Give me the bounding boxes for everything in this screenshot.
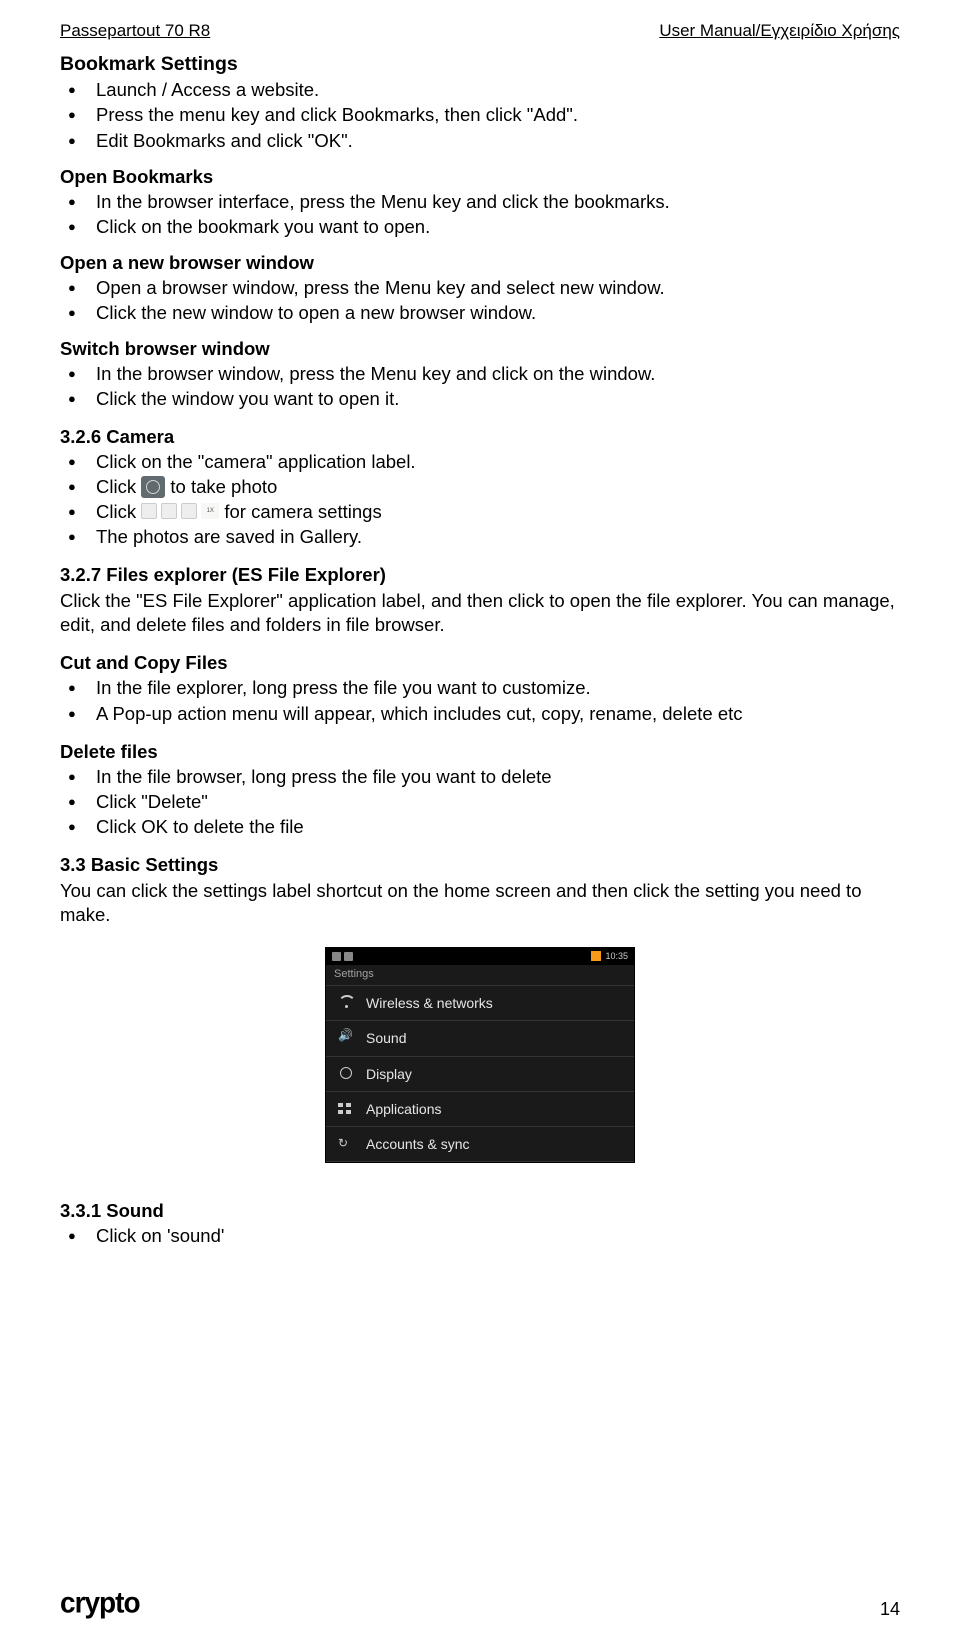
status-right: 10:35 <box>591 951 628 963</box>
list-sound: Click on 'sound' <box>60 1224 900 1248</box>
list-item: In the browser interface, press the Menu… <box>96 190 900 214</box>
status-time: 10:35 <box>605 951 628 963</box>
settings-row-display[interactable]: Display <box>326 1056 634 1091</box>
settings-row-sound[interactable]: Sound <box>326 1020 634 1055</box>
paragraph-basic-settings: You can click the settings label shortcu… <box>60 879 900 927</box>
header-right: User Manual/Εγχειρίδιο Χρήσης <box>659 20 900 42</box>
heading-cut-copy: Cut and Copy Files <box>60 651 900 675</box>
list-delete-files: In the file browser, long press the file… <box>60 765 900 839</box>
list-switch-window: In the browser window, press the Menu ke… <box>60 362 900 411</box>
list-item: Click the window you want to open it. <box>96 387 900 411</box>
heading-basic-settings: 3.3 Basic Settings <box>60 853 900 877</box>
list-item: Click on the "camera" application label. <box>96 450 900 474</box>
settings-row-applications[interactable]: Applications <box>326 1091 634 1126</box>
list-item: The photos are saved in Gallery. <box>96 525 900 549</box>
text-click-prefix: Click <box>96 501 141 522</box>
list-item: Click OK to delete the file <box>96 815 900 839</box>
settings-title: Settings <box>326 965 634 985</box>
heading-delete-files: Delete files <box>60 740 900 764</box>
list-open-bookmarks: In the browser interface, press the Menu… <box>60 190 900 239</box>
list-item: Click 1X for camera settings <box>96 500 900 524</box>
heading-switch-window: Switch browser window <box>60 337 900 361</box>
list-camera: Click on the "camera" application label.… <box>60 450 900 549</box>
notification-icon <box>332 952 341 961</box>
list-item: Launch / Access a website. <box>96 78 900 102</box>
sound-icon <box>338 1030 356 1046</box>
status-bar: 10:35 <box>326 948 634 965</box>
mini-icon <box>181 503 197 519</box>
list-item: Click the new window to open a new brows… <box>96 301 900 325</box>
page-number: 14 <box>880 1598 900 1621</box>
settings-row-accounts[interactable]: Accounts & sync <box>326 1126 634 1162</box>
paragraph-files-explorer: Click the "ES File Explorer" application… <box>60 589 900 637</box>
heading-new-window: Open a new browser window <box>60 251 900 275</box>
mini-1x-icon: 1X <box>201 503 219 519</box>
settings-row-label: Display <box>366 1065 412 1083</box>
apps-icon <box>338 1101 356 1117</box>
sync-icon <box>338 1136 356 1152</box>
status-left <box>332 952 353 961</box>
text-take-photo: to take photo <box>170 476 277 497</box>
page-header: Passepartout 70 R8 User Manual/Εγχειρίδι… <box>60 20 900 42</box>
footer-logo: crypto <box>60 1584 140 1622</box>
list-item: Click to take photo <box>96 475 900 499</box>
list-item: In the browser window, press the Menu ke… <box>96 362 900 386</box>
header-left: Passepartout 70 R8 <box>60 20 210 42</box>
camera-settings-icons: 1X <box>141 503 219 519</box>
settings-row-label: Sound <box>366 1029 406 1047</box>
list-item: Click on the bookmark you want to open. <box>96 215 900 239</box>
text-click-prefix: Click <box>96 476 141 497</box>
heading-camera: 3.2.6 Camera <box>60 425 900 449</box>
camera-icon <box>141 476 165 498</box>
settings-screenshot: 10:35 Settings Wireless & networks Sound… <box>325 947 635 1163</box>
heading-sound: 3.3.1 Sound <box>60 1199 900 1223</box>
mini-icon <box>141 503 157 519</box>
list-cut-copy: In the file explorer, long press the fil… <box>60 676 900 725</box>
list-item: In the file browser, long press the file… <box>96 765 900 789</box>
list-item: Click on 'sound' <box>96 1224 900 1248</box>
download-icon <box>591 951 601 961</box>
text-camera-settings: for camera settings <box>224 501 381 522</box>
wifi-icon <box>338 995 356 1011</box>
heading-bookmark-settings: Bookmark Settings <box>60 52 900 77</box>
settings-row-wireless[interactable]: Wireless & networks <box>326 985 634 1020</box>
mini-icon <box>161 503 177 519</box>
settings-row-label: Applications <box>366 1100 442 1118</box>
list-item: Click "Delete" <box>96 790 900 814</box>
list-item: Press the menu key and click Bookmarks, … <box>96 103 900 127</box>
heading-files-explorer: 3.2.7 Files explorer (ES File Explorer) <box>60 563 900 587</box>
list-bookmark-settings: Launch / Access a website. Press the men… <box>60 78 900 152</box>
list-new-window: Open a browser window, press the Menu ke… <box>60 276 900 325</box>
display-icon <box>338 1066 356 1082</box>
settings-row-label: Wireless & networks <box>366 994 493 1012</box>
list-item: Open a browser window, press the Menu ke… <box>96 276 900 300</box>
heading-open-bookmarks: Open Bookmarks <box>60 165 900 189</box>
settings-row-label: Accounts & sync <box>366 1135 470 1153</box>
list-item: In the file explorer, long press the fil… <box>96 676 900 700</box>
notification-icon <box>344 952 353 961</box>
list-item: A Pop-up action menu will appear, which … <box>96 702 900 726</box>
page-footer: crypto 14 <box>60 1585 900 1621</box>
list-item: Edit Bookmarks and click "OK". <box>96 129 900 153</box>
